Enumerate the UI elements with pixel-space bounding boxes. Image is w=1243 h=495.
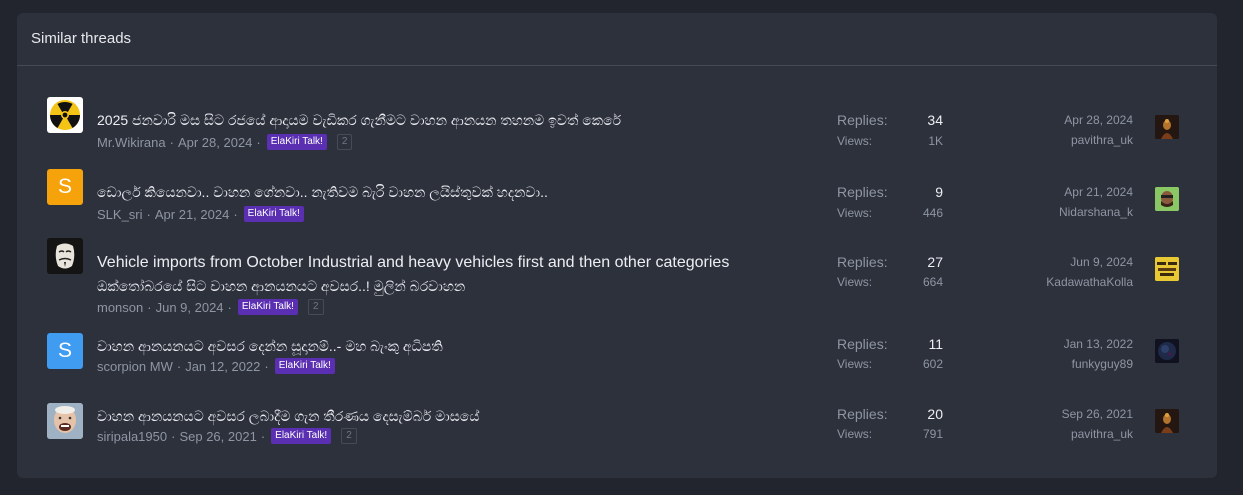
views-count: 791 [922, 427, 943, 441]
replies-label: Replies: [837, 406, 888, 422]
thread-meta: scorpion MW · Jan 12, 2022 · ElaKiri Tal… [97, 358, 335, 374]
similar-threads-block: Similar threads 2025 ජනවාරි මස සිට රජයේ … [17, 13, 1217, 478]
last-poster-avatar[interactable] [1155, 187, 1179, 211]
thread-title[interactable]: වාහන ආනයනයට අවසර ලබාදීම ගැන තීරණය දෙසැම්… [97, 408, 479, 425]
thread-subtitle: ඔක්තෝබරයේ සිට වාහන ආනයනයට අවසර..! මුලින්… [97, 278, 466, 294]
views-count: 602 [922, 357, 943, 371]
mask-icon[interactable] [47, 238, 83, 274]
meta-separator: · [264, 358, 269, 374]
thread-title[interactable]: ඩොලර් කියෙනවා.. වාහන ගේනවා.. නැතිවම බැරි… [97, 184, 548, 201]
views-count: 664 [922, 275, 943, 289]
replies-count: 34 [927, 112, 943, 128]
last-post-user[interactable]: pavithra_uk [1071, 427, 1133, 441]
page-link[interactable]: 2 [341, 428, 357, 444]
forum-tag[interactable]: ElaKiri Talk! [274, 358, 335, 374]
thread-date[interactable]: Sep 26, 2021 [179, 429, 256, 444]
last-post-date[interactable]: Apr 21, 2024 [1064, 185, 1133, 199]
replies-label: Replies: [837, 112, 888, 128]
thread-title[interactable]: වාහන ආනයනයට අවසර දෙන්න සූදානම්..- මහ බැං… [97, 338, 443, 355]
replies-count: 9 [935, 184, 943, 200]
thread-meta: siripala1950 · Sep 26, 2021 · ElaKiri Ta… [97, 428, 357, 444]
replies-label: Replies: [837, 336, 888, 352]
replies-label: Replies: [837, 254, 888, 270]
replies-count: 20 [927, 406, 943, 422]
last-poster-avatar[interactable] [1155, 409, 1179, 433]
replies-label: Replies: [837, 184, 888, 200]
last-post-date[interactable]: Jan 13, 2022 [1064, 337, 1133, 351]
avatar-letter[interactable]: S [47, 333, 83, 369]
photo-avatar-icon[interactable] [47, 403, 83, 439]
replies-count: 11 [928, 336, 943, 352]
views-label: Views: [837, 427, 873, 441]
meta-separator: · [260, 428, 266, 444]
last-poster-avatar[interactable] [1155, 339, 1179, 363]
last-post-user[interactable]: funkyguy89 [1072, 357, 1133, 371]
thread-author[interactable]: siripala1950 [97, 429, 167, 444]
thread-row: S ඩොලර් කියෙනවා.. වාහන ගේනවා.. නැතිවම බැ… [17, 137, 1217, 222]
views-label: Views: [837, 357, 873, 371]
thread-date[interactable]: Jan 12, 2022 [185, 359, 260, 374]
views-label: Views: [837, 275, 873, 289]
last-post-user[interactable]: KadawathaKolla [1046, 275, 1133, 289]
last-poster-avatar[interactable] [1155, 115, 1179, 139]
last-poster-avatar[interactable] [1155, 257, 1179, 281]
thread-title[interactable]: Vehicle imports from October Industrial … [97, 254, 729, 272]
replies-count: 27 [927, 254, 943, 270]
meta-separator: · [171, 428, 176, 444]
last-post-date[interactable]: Jun 9, 2024 [1070, 255, 1133, 269]
thread-row: Vehicle imports from October Industrial … [17, 209, 1217, 315]
avatar-letter[interactable]: S [47, 169, 83, 205]
block-title: Similar threads [17, 13, 1217, 66]
thread-row: වාහන ආනයනයට අවසර ලබාදීම ගැන තීරණය දෙසැම්… [17, 373, 1217, 445]
last-post-date[interactable]: Sep 26, 2021 [1062, 407, 1133, 421]
thread-row: 2025 ජනවාරි මස සිට රජයේ ආදායම වැඩිකර ගැන… [17, 65, 1217, 150]
thread-title[interactable]: 2025 ජනවාරි මස සිට රජයේ ආදායම වැඩිකර ගැන… [97, 112, 621, 129]
radiation-icon[interactable] [47, 97, 83, 133]
thread-row: S වාහන ආනයනයට අවසර දෙන්න සූදානම්..- මහ බ… [17, 301, 1217, 374]
meta-separator: · [176, 358, 182, 374]
thread-author[interactable]: scorpion MW [97, 359, 173, 374]
forum-tag[interactable]: ElaKiri Talk! [271, 428, 332, 444]
last-post-date[interactable]: Apr 28, 2024 [1064, 113, 1133, 127]
